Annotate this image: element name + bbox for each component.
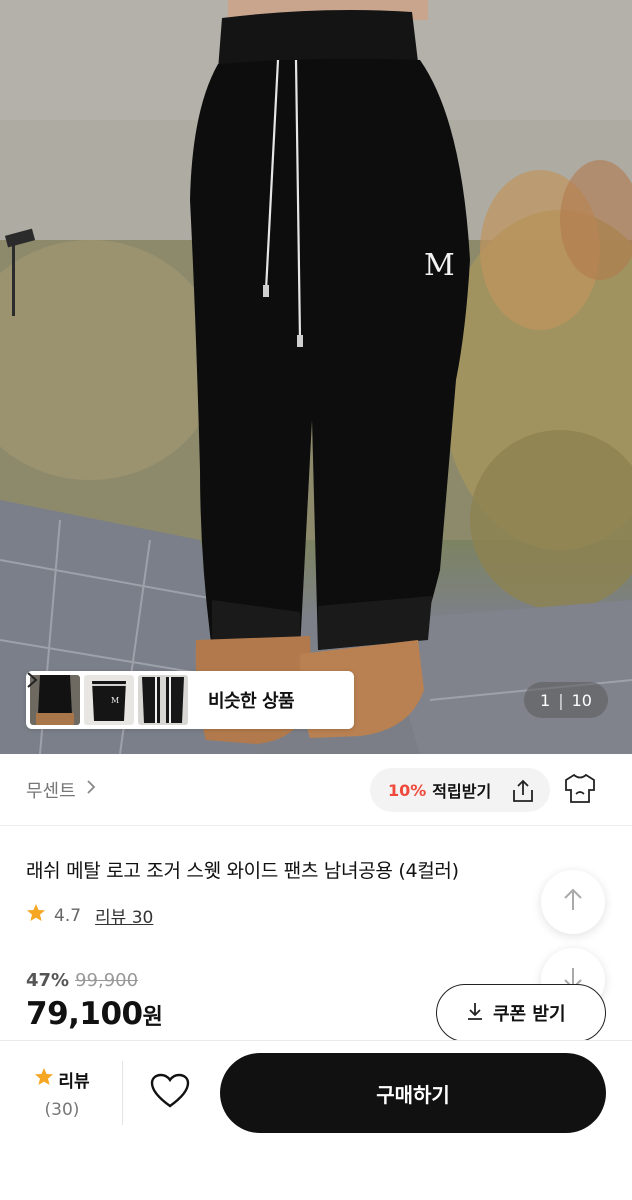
chevron-right-icon[interactable]	[86, 779, 96, 800]
svg-text:M: M	[111, 696, 119, 705]
coupon-download-button[interactable]: 쿠폰 받기	[436, 984, 606, 1042]
svg-text:M: M	[424, 248, 455, 283]
buy-button[interactable]: 구매하기	[220, 1053, 606, 1133]
shirt-icon[interactable]	[562, 772, 598, 810]
reward-label: 적립받기	[432, 782, 492, 801]
reward-button[interactable]: 10% 적립받기	[370, 768, 550, 812]
coupon-label: 쿠폰 받기	[493, 1004, 566, 1025]
product-image-carousel[interactable]: M M 비슷한 상품 1 | 10	[0, 0, 632, 754]
review-tab-label: 리뷰	[58, 1072, 90, 1092]
shop-row: 무센트 10% 적립받기	[0, 754, 632, 826]
product-photo: M	[0, 0, 632, 754]
review-tab-count: (30)	[44, 1100, 80, 1120]
review-count-link[interactable]: 리뷰 30	[95, 903, 153, 928]
bottom-action-bar: 리뷰 (30) 구매하기	[0, 1040, 632, 1200]
product-title: 래쉬 메탈 로고 조거 스웻 와이드 팬츠 남녀공용 (4컬러)	[26, 860, 459, 882]
divider	[122, 1061, 123, 1125]
download-icon	[465, 1001, 493, 1026]
discount-rate: 47%	[26, 970, 70, 991]
star-icon	[26, 903, 46, 928]
similar-products-label: 비슷한 상품	[208, 691, 295, 712]
rating-score: 4.7	[54, 905, 82, 926]
arrow-up-icon	[562, 888, 584, 916]
original-price: 99,900	[75, 970, 139, 991]
pager-total: 10	[571, 690, 592, 710]
similar-product-thumb: M	[84, 675, 134, 725]
shop-name-link[interactable]: 무센트	[26, 777, 76, 803]
pager-separator: |	[558, 690, 564, 710]
scroll-top-button[interactable]	[541, 870, 605, 934]
similar-product-thumb	[138, 675, 188, 725]
discount-row: 47% 99,900	[26, 970, 138, 991]
share-icon[interactable]	[510, 778, 536, 808]
wishlist-button[interactable]	[150, 1073, 190, 1113]
star-icon	[34, 1067, 54, 1092]
currency-label: 원	[142, 1005, 163, 1030]
sale-price-value: 79,100	[26, 996, 143, 1032]
rating-row: 4.7 리뷰 30	[26, 903, 153, 928]
pager-current: 1	[540, 690, 551, 710]
sale-price: 79,100원	[26, 996, 163, 1032]
image-pager: 1 | 10	[524, 682, 608, 718]
heart-icon	[150, 1073, 190, 1113]
review-tab-button[interactable]: 리뷰 (30)	[20, 1067, 104, 1120]
reward-percent: 10%	[388, 780, 427, 800]
similar-products-card[interactable]: M 비슷한 상품	[26, 671, 354, 729]
